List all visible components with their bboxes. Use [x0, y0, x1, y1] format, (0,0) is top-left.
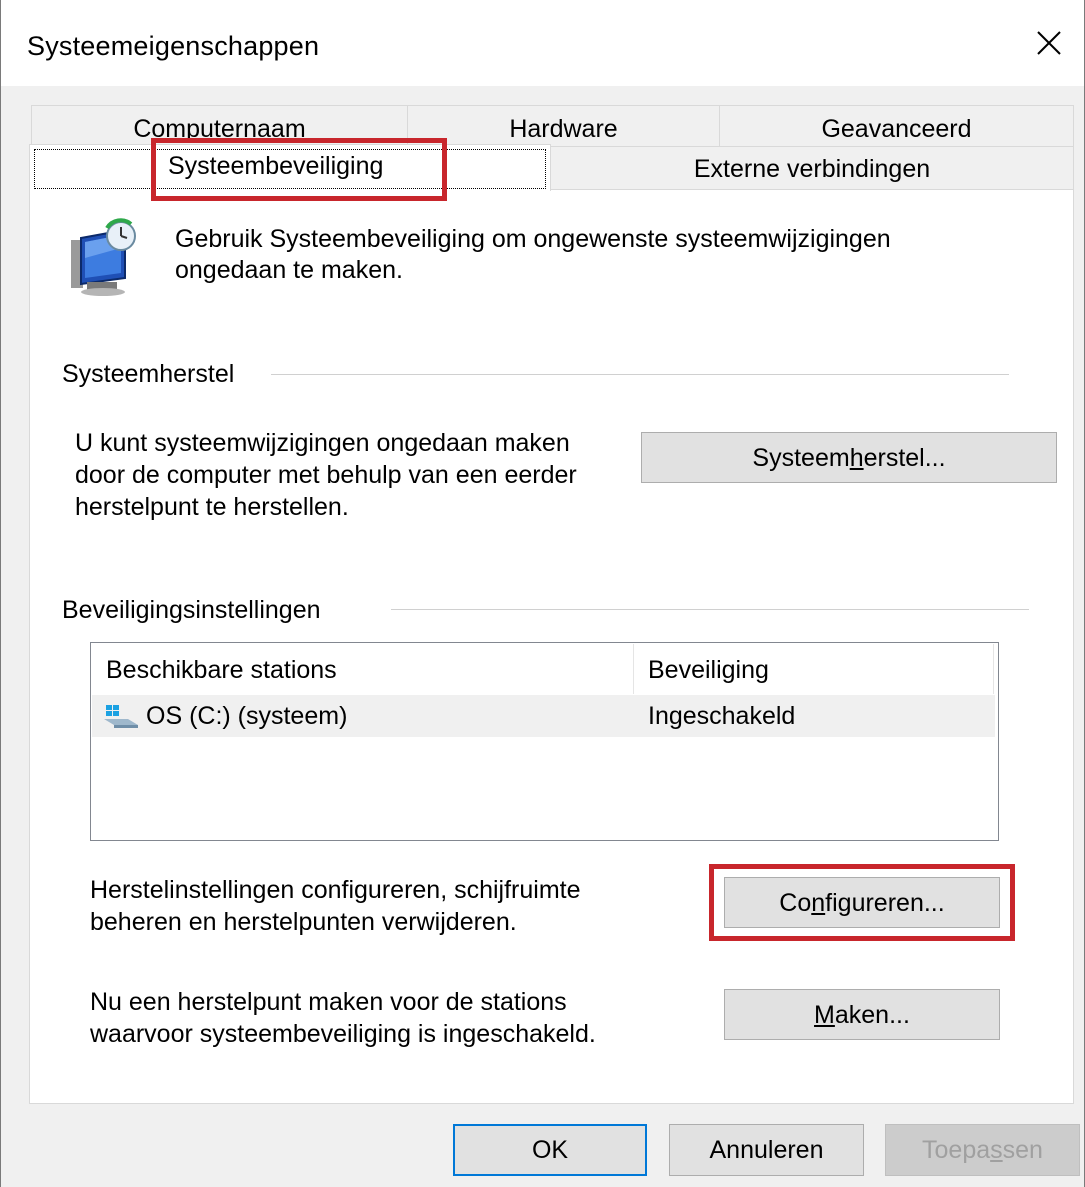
intro-description: Gebruik Systeembeveiliging om ongewenste…: [175, 224, 1015, 286]
accelerator-key: s: [990, 1136, 1003, 1164]
desc-line: beheren en herstelpunten verwijderen.: [90, 908, 517, 936]
desc-line: waarvoor systeembeveiliging is ingeschak…: [90, 1020, 596, 1048]
tab-systeembeveiliging[interactable]: Systeembeveiliging: [29, 144, 551, 191]
desc-line: door de computer met behulp van een eerd…: [75, 461, 577, 489]
accelerator-key: M: [814, 1001, 835, 1029]
accelerator-key: h: [849, 444, 864, 472]
tab-label: Geavanceerd: [821, 115, 972, 143]
window-title: Systeemeigenschappen: [27, 31, 320, 61]
restore-description: U kunt systeemwijzigingen ongedaan maken…: [75, 427, 635, 523]
create-button[interactable]: Maken...: [724, 989, 1000, 1040]
dialog-window: Systeemeigenschappen Computernaam Hardwa…: [0, 0, 1085, 1187]
group-title-systeemherstel: Systeemherstel: [62, 360, 241, 389]
ok-button[interactable]: OK: [453, 1124, 647, 1176]
button-text: Co: [779, 889, 812, 917]
button-text: erstel...: [863, 444, 946, 472]
title-bar: Systeemeigenschappen: [1, 0, 1084, 86]
drive-name: OS (C:) (systeem): [146, 702, 348, 730]
button-text: Systeem: [752, 444, 850, 472]
group-title-beveiligingsinstellingen: Beveiligingsinstellingen: [62, 596, 327, 625]
group-separator: [271, 374, 1009, 375]
desc-line: herstelpunt te herstellen.: [75, 493, 349, 521]
system-restore-button[interactable]: Systeemherstel...: [641, 432, 1057, 483]
button-text: sen: [1002, 1136, 1043, 1164]
cancel-button[interactable]: Annuleren: [669, 1124, 864, 1176]
tab-externe-verbindingen[interactable]: Externe verbindingen: [550, 146, 1074, 190]
close-icon: [1037, 31, 1061, 55]
tab-label: Computernaam: [133, 115, 306, 143]
intro-line: Gebruik Systeembeveiliging om ongewenste…: [175, 225, 891, 253]
accelerator-key: n: [811, 889, 826, 917]
apply-button[interactable]: Toepassen: [885, 1124, 1080, 1176]
tab-label: Systeembeveiliging: [168, 152, 384, 180]
create-description: Nu een herstelpunt maken voor de station…: [90, 986, 700, 1050]
button-text: aken...: [834, 1001, 910, 1029]
tab-label: Externe verbindingen: [693, 155, 931, 183]
tab-label: Hardware: [509, 115, 618, 143]
drive-icon: [104, 705, 138, 728]
configure-button[interactable]: Configureren...: [724, 877, 1000, 928]
button-text: figureren...: [825, 889, 945, 917]
desc-line: U kunt systeemwijzigingen ongedaan maken: [75, 429, 570, 457]
intro-line: ongedaan te maken.: [175, 256, 403, 284]
column-header-stations[interactable]: Beschikbare stations: [92, 644, 634, 694]
system-protection-icon: [71, 218, 136, 296]
desc-line: Herstelinstellingen configureren, schijf…: [90, 876, 581, 904]
configure-description: Herstelinstellingen configureren, schijf…: [90, 874, 690, 938]
group-separator: [391, 609, 1029, 610]
desc-line: Nu een herstelpunt maken voor de station…: [90, 988, 567, 1016]
tab-geavanceerd[interactable]: Geavanceerd: [719, 105, 1074, 151]
list-header: Beschikbare stations Beveiliging: [92, 644, 997, 694]
drives-list[interactable]: Beschikbare stations Beveiliging OS (C:)…: [90, 642, 999, 841]
table-row[interactable]: OS (C:) (systeem) Ingeschakeld: [92, 695, 995, 737]
protection-status: Ingeschakeld: [648, 702, 796, 730]
close-button[interactable]: [1014, 0, 1084, 86]
button-text: Toepa: [922, 1136, 991, 1164]
column-header-beveiliging[interactable]: Beveiliging: [634, 644, 994, 694]
